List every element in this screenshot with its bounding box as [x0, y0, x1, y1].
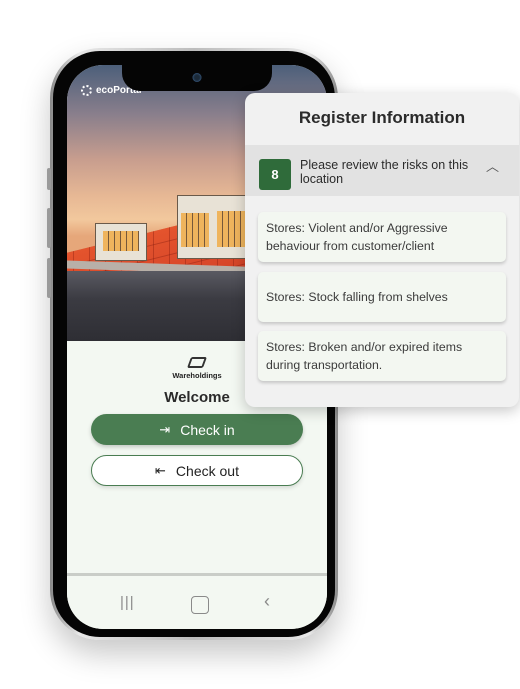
risk-count-badge: 8 [259, 159, 291, 190]
risk-prompt: Please review the risks on this location [300, 158, 469, 186]
chevron-up-icon[interactable]: ︿ [486, 156, 499, 175]
ecoportal-logo-icon [81, 85, 92, 96]
warehouse-window [217, 211, 245, 247]
home-button[interactable] [191, 596, 209, 614]
wareholdings-logo-icon [186, 357, 208, 368]
mute-switch [47, 168, 51, 190]
login-icon: ⇥ [159, 421, 171, 437]
warehouse-window [181, 213, 209, 247]
volume-down-button [47, 258, 51, 298]
camera-icon [192, 73, 202, 82]
risk-item[interactable]: Stores: Violent and/or Aggressive behavi… [258, 212, 506, 262]
logout-icon: ⇤ [155, 462, 166, 478]
risk-item[interactable]: Stores: Broken and/or expired items duri… [258, 331, 506, 381]
back-button[interactable]: ‹ [264, 591, 270, 612]
recent-apps-button[interactable]: ||| [120, 594, 135, 611]
check-out-button[interactable]: ⇤ Check out [91, 455, 303, 486]
volume-up-button [47, 208, 51, 248]
check-in-button[interactable]: ⇥ Check in [91, 414, 303, 445]
check-in-label: Check in [180, 421, 235, 438]
android-nav-bar: ||| ‹ [67, 573, 327, 629]
risk-accordion-header[interactable]: 8 Please review the risks on this locati… [245, 145, 519, 196]
card-title: Register Information [298, 108, 466, 127]
warehouse-window [103, 231, 139, 251]
register-information-card: Register Information 8 Please review the… [245, 93, 519, 407]
risk-item[interactable]: Stores: Stock falling from shelves [258, 272, 506, 322]
check-out-label: Check out [175, 462, 239, 479]
